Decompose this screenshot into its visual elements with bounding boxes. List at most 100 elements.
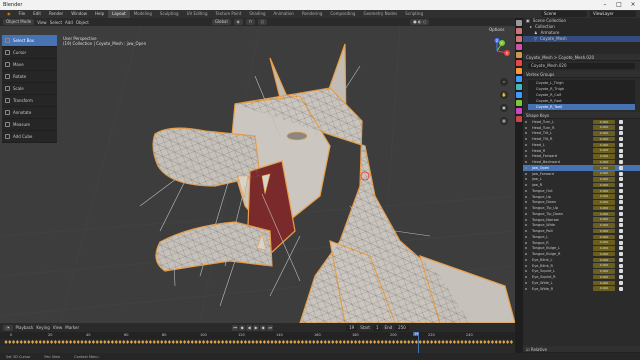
shape-key-value[interactable]: 0.000 [593,280,615,286]
data-tab-icon[interactable] [516,100,522,106]
shape-key-value[interactable]: 0.000 [593,240,615,245]
keyframe-icon[interactable] [376,340,380,344]
pan-hand-icon[interactable]: ✋ [500,91,508,99]
keyframe-icon[interactable] [316,340,320,344]
orientation-selector[interactable]: Global [211,19,231,25]
tab-sculpting[interactable]: Sculpting [156,10,183,18]
next-key-icon[interactable]: ◆ [260,324,267,331]
keyframe-icon[interactable] [323,340,327,344]
shape-key-value[interactable]: 0.000 [593,131,615,136]
shape-key-mute-checkbox[interactable] [619,263,623,268]
options-dropdown[interactable]: Options [489,27,504,32]
keyframe-icon[interactable] [319,340,323,344]
shape-key-value[interactable]: 0.000 [593,154,615,159]
keyframe-icon[interactable] [72,340,76,344]
keyframe-icon[interactable] [57,340,61,344]
keyframe-icon[interactable] [99,340,103,344]
shape-key-mute-checkbox[interactable] [619,131,623,136]
tab-texture-paint[interactable]: Texture Paint [211,10,245,18]
keyframe-icon[interactable] [243,340,247,344]
tab-shading[interactable]: Shading [245,10,269,18]
menu-view-timeline[interactable]: View [53,325,63,330]
keyframe-icon[interactable] [217,340,221,344]
shape-key-mute-checkbox[interactable] [619,240,623,245]
keyframe-icon[interactable] [76,340,80,344]
view-layer-selector[interactable]: ViewLayer [590,11,636,17]
keyframe-icon[interactable] [285,340,289,344]
keyframe-icon[interactable] [12,340,16,344]
shape-key-value[interactable]: 0.000 [593,182,615,188]
tool-cursor[interactable]: Cursor [2,47,57,59]
keyframe-icon[interactable] [69,340,73,344]
menu-render[interactable]: Render [45,10,67,18]
playhead[interactable]: 19 [413,332,420,353]
keyframe-icon[interactable] [152,340,156,344]
world-tab-icon[interactable] [516,60,522,66]
relative-checkbox[interactable]: ☑ Relative [523,346,640,353]
keyframe-icon[interactable] [190,340,194,344]
close-icon[interactable]: × [626,0,640,10]
keyframe-icon[interactable] [411,340,415,344]
tab-layout[interactable]: Layout [108,10,130,18]
vertex-groups-panel-header[interactable]: Vertex Groups [523,71,640,78]
keyframe-icon[interactable] [19,340,23,344]
shape-key-value[interactable]: 0.000 [593,286,615,291]
keyframe-icon[interactable] [342,340,346,344]
keyframe-icon[interactable] [145,340,149,344]
keyframe-icon[interactable] [490,340,494,344]
shape-key-value[interactable]: 0.000 [593,234,615,240]
shape-key-value[interactable]: 0.000 [593,171,615,176]
keyframe-icon[interactable] [274,340,278,344]
keyframe-icon[interactable] [53,340,57,344]
keyframe-icon[interactable] [384,340,388,344]
keyframe-icon[interactable] [65,340,69,344]
modifier-tab-icon[interactable] [516,76,522,82]
tool-measure[interactable]: Measure [2,119,57,131]
shape-key-value[interactable]: 0.000 [593,217,615,222]
keyframe-icon[interactable] [110,340,114,344]
shape-key-mute-checkbox[interactable] [619,119,623,124]
keyframe-icon[interactable] [31,340,35,344]
shape-key-value[interactable]: 0.000 [593,269,615,274]
menu-file[interactable]: File [15,10,30,18]
shape-key-value[interactable]: 0.000 [593,148,615,153]
end-frame-field[interactable]: 250 [395,324,409,331]
keyframe-icon[interactable] [392,340,396,344]
tool-select-box[interactable]: Select Box [2,35,57,47]
keyframe-icon[interactable] [487,340,491,344]
keyframe-icon[interactable] [445,340,449,344]
tool-move[interactable]: Move [2,59,57,71]
shape-key-mute-checkbox[interactable] [619,246,623,251]
blender-logo-icon[interactable]: ◉ [3,10,15,18]
keyframe-icon[interactable] [23,340,27,344]
shape-key-value[interactable]: 0.000 [593,125,615,130]
tool-scale[interactable]: Scale [2,83,57,95]
keyframe-icon[interactable] [148,340,152,344]
zoom-icon[interactable]: ⌕ [500,78,508,86]
navigation-gizmo[interactable]: X Y Z [484,38,510,64]
tab-uv-editing[interactable]: UV Editing [183,10,212,18]
keyframe-icon[interactable] [221,340,225,344]
keyframe-icon[interactable] [160,340,164,344]
keyframe-icon[interactable] [95,340,99,344]
keyframe-icon[interactable] [251,340,255,344]
shape-key-mute-checkbox[interactable] [619,148,623,153]
play-icon[interactable]: ▶ [253,324,260,331]
keyframe-icon[interactable] [88,340,92,344]
keyframe-icon[interactable] [42,340,46,344]
shape-key-mute-checkbox[interactable] [619,137,623,142]
keyframe-icon[interactable] [471,340,475,344]
shape-key-value[interactable]: 0.000 [593,274,615,280]
shape-key-mute-checkbox[interactable] [619,200,623,205]
keyframe-icon[interactable] [129,340,133,344]
tool-add-cube[interactable]: Add Cube [2,131,57,143]
shape-key-mute-checkbox[interactable] [619,275,623,280]
keyframe-icon[interactable] [213,340,217,344]
keyframe-icon[interactable] [228,340,232,344]
keyframe-icon[interactable] [407,340,411,344]
keyframe-icon[interactable] [198,340,202,344]
keyframe-icon[interactable] [34,340,38,344]
keyframe-icon[interactable] [133,340,137,344]
proportional-edit-icon[interactable]: ○ [257,19,268,25]
keyframe-icon[interactable] [293,340,297,344]
